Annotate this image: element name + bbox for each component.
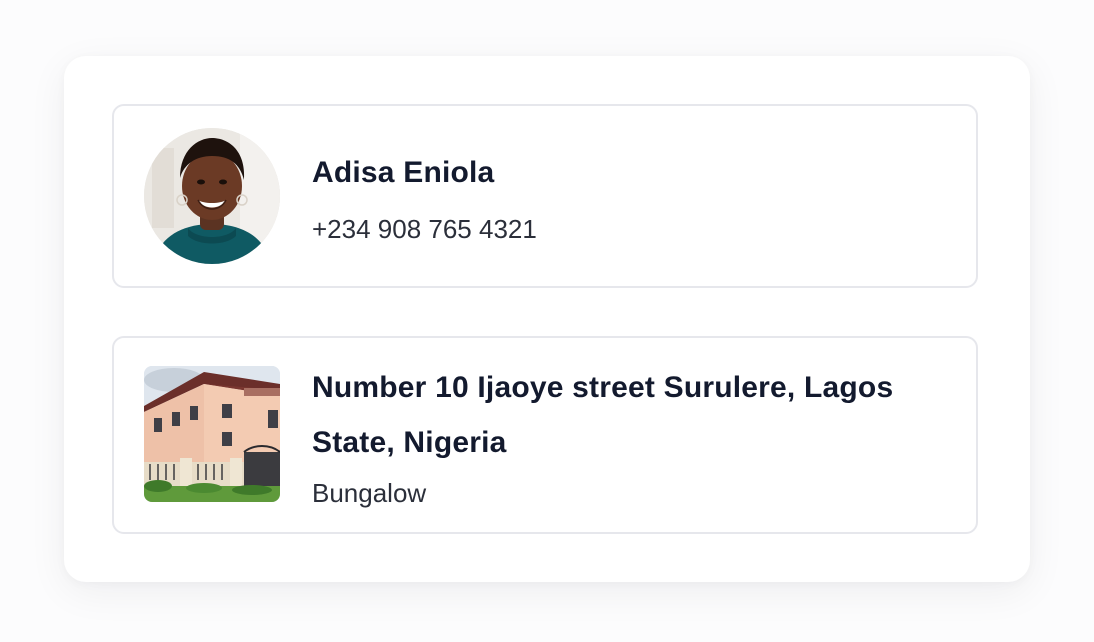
contact-card[interactable]: Adisa Eniola +234 908 765 4321: [112, 104, 978, 288]
page: Adisa Eniola +234 908 765 4321 Number 10…: [0, 0, 1094, 642]
contact-phone: +234 908 765 4321: [312, 214, 537, 244]
property-type: Bungalow: [312, 478, 427, 508]
profile-photo-icon: [144, 128, 280, 264]
details-panel: Adisa Eniola +234 908 765 4321 Number 10…: [64, 56, 1030, 582]
avatar: [144, 128, 280, 264]
property-address: Number 10 Ijaoye street Surulere, Lagos …: [312, 371, 894, 459]
contact-name: Adisa Eniola: [312, 156, 495, 189]
house-photo-icon: [144, 366, 280, 502]
property-card[interactable]: Number 10 Ijaoye street Surulere, Lagos …: [112, 336, 978, 534]
property-thumbnail: [144, 366, 280, 502]
